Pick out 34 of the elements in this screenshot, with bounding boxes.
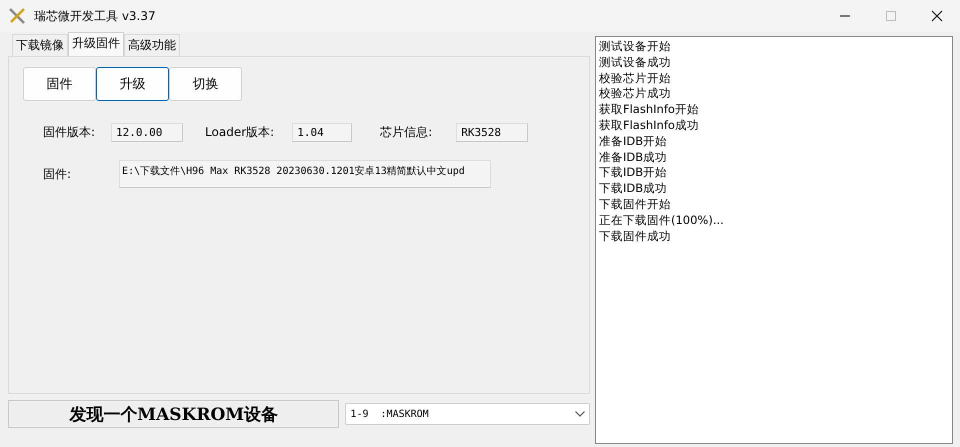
log-line: 准备IDB开始 bbox=[599, 134, 668, 150]
log-line: 校验芯片开始 bbox=[599, 70, 672, 86]
mode-button[interactable]: 升级 bbox=[96, 67, 169, 101]
log-line: 校验芯片成功 bbox=[599, 86, 672, 102]
field-label: 固件版本: bbox=[43, 124, 96, 141]
field-label: 固件: bbox=[43, 166, 72, 182]
field-label: 芯片信息: bbox=[380, 124, 432, 141]
caret-icon bbox=[575, 411, 585, 417]
log-line: 下载IDB开始 bbox=[599, 165, 668, 182]
tab[interactable]: 下载镜像 bbox=[12, 34, 68, 56]
tab[interactable]: 升级固件 bbox=[68, 32, 124, 56]
log-line: 获取FlashInfo开始 bbox=[599, 102, 700, 118]
log-line: 测试设备成功 bbox=[599, 54, 672, 71]
status-text: 发现一个MASKROM设备 bbox=[8, 400, 340, 428]
firmware-path-field: E:\下载文件\H96 Max RK3528 20230630.1201安卓13精简默认中文upd bbox=[119, 160, 492, 188]
tools-icon bbox=[8, 7, 26, 25]
log-line: 准备IDB成功 bbox=[599, 150, 668, 166]
value-field: RK3528 bbox=[456, 123, 528, 142]
value-field: 1.04 bbox=[292, 123, 352, 142]
maximize-icon bbox=[885, 10, 897, 22]
tab[interactable]: 高级功能 bbox=[124, 34, 180, 56]
log-line: 下载IDB成功 bbox=[599, 181, 668, 197]
value-field: 12.0.00 bbox=[111, 123, 184, 142]
log-line: 获取FlashInfo成功 bbox=[599, 118, 700, 134]
device-dropdown[interactable]: 1-9 :MASKROM bbox=[345, 403, 590, 425]
log-line: 测试设备开始 bbox=[599, 39, 672, 55]
field-label: Loader版本: bbox=[205, 124, 274, 141]
mode-button[interactable]: 固件 bbox=[23, 67, 96, 101]
log-line: 下载固件开始 bbox=[599, 196, 672, 213]
mode-button[interactable]: 切换 bbox=[169, 67, 242, 101]
log-line: 正在下载固件(100%)... bbox=[599, 212, 725, 229]
window-title: 瑞芯微开发工具 v3.37 bbox=[34, 8, 157, 24]
close-icon bbox=[931, 10, 943, 22]
log-line: 下载固件成功 bbox=[599, 228, 672, 244]
